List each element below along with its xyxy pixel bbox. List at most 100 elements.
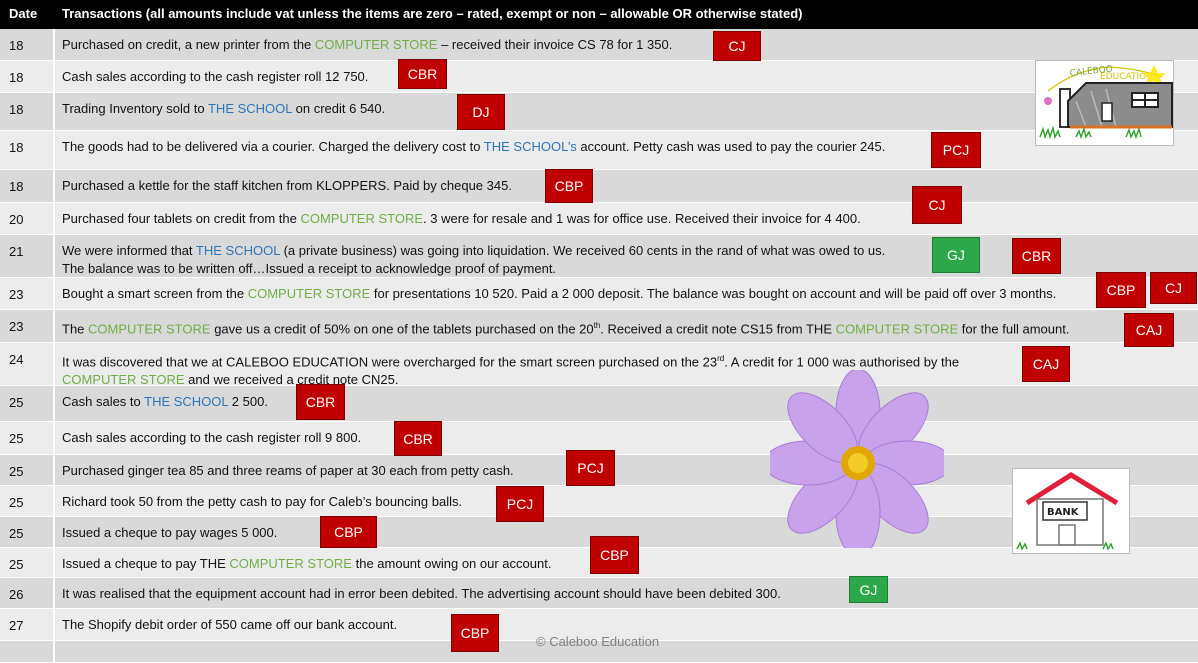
description-line: Bought a smart screen from the COMPUTER … <box>62 285 1138 303</box>
description-line: Cash sales according to the cash registe… <box>62 429 1138 447</box>
description-line: Cash sales to THE SCHOOL 2 500. <box>62 393 1138 411</box>
table-row: 24 It was discovered that we at CALEBOO E… <box>0 343 1198 389</box>
description-text: Cash sales according to the cash registe… <box>62 69 369 84</box>
row-date: 18 <box>9 70 24 85</box>
table-row: 23 The COMPUTER STORE gave us a credit of… <box>0 310 1198 343</box>
journal-badge-caj: CAJ <box>1124 313 1174 347</box>
journal-badge-cbr: CBR <box>394 421 442 456</box>
journal-badge-gj: GJ <box>849 576 888 603</box>
description-text: Bought a smart screen from the <box>62 286 248 301</box>
caleboo-logo: CALEBOO EDUCATIO <box>1035 60 1174 146</box>
description-text: It was realised that the equipment accou… <box>62 586 781 601</box>
date-cell: 25 <box>0 455 55 485</box>
description-text: for presentations 10 520. Paid a 2 000 d… <box>370 286 1057 301</box>
transaction-description: The COMPUTER STORE gave us a credit of 5… <box>62 317 1138 338</box>
copyright-text: © Caleboo Education <box>536 634 660 649</box>
row-date: 23 <box>9 319 24 334</box>
date-cell: 25 <box>0 386 55 421</box>
description-line: Purchased four tablets on credit from th… <box>62 210 1138 228</box>
date-cell: 18 <box>0 93 55 130</box>
table-row: 18 Purchased on credit, a new printer fro… <box>0 29 1198 61</box>
transaction-description: Cash sales to THE SCHOOL 2 500. <box>62 393 1138 411</box>
description-line: Trading Inventory sold to THE SCHOOL on … <box>62 100 1138 118</box>
transaction-description: Purchased a kettle for the staff kitchen… <box>62 177 1138 195</box>
journal-badge-pcj: PCJ <box>566 450 615 486</box>
date-cell: 18 <box>0 61 55 92</box>
cosmos-flower-drawing <box>763 368 953 558</box>
date-cell: 25 <box>0 548 55 577</box>
row-date: 18 <box>9 140 24 155</box>
journal-badge-cbp: CBP <box>1096 272 1146 308</box>
table-row: 18 Purchased a kettle for the staff kitch… <box>0 170 1198 203</box>
date-cell: 24 <box>0 343 55 385</box>
row-date: 23 <box>9 287 24 302</box>
description-line: Cash sales according to the cash registe… <box>62 68 1138 86</box>
journal-badge-cbp: CBP <box>590 536 639 574</box>
description-text: Purchased four tablets on credit from th… <box>62 211 301 226</box>
computer-store-name: COMPUTER STORE <box>88 321 211 337</box>
transaction-description: Bought a smart screen from the COMPUTER … <box>62 285 1138 303</box>
table-row: 25 Cash sales to THE SCHOOL 2 500. <box>0 386 1198 422</box>
row-date: 25 <box>9 495 24 510</box>
description-text: The goods had to be delivered via a cour… <box>62 139 484 154</box>
computer-store-name: COMPUTER STORE <box>300 211 424 226</box>
computer-store-name: COMPUTER STORE <box>314 37 438 52</box>
row-date: 25 <box>9 395 24 410</box>
date-cell: 23 <box>0 310 55 342</box>
row-date: 25 <box>9 464 24 479</box>
row-date: 18 <box>9 38 24 53</box>
description-text: Purchased a kettle for the staff kitchen… <box>62 178 512 193</box>
row-date: 25 <box>9 526 24 541</box>
row-date: 20 <box>9 212 24 227</box>
journal-badge-cbr: CBR <box>398 59 447 89</box>
description-text: . 3 were for resale and 1 was for office… <box>423 211 861 226</box>
row-date: 25 <box>9 431 24 446</box>
description-line: The COMPUTER STORE gave us a credit of 5… <box>62 317 1138 338</box>
bank-building-drawing: BANK <box>1016 472 1119 551</box>
transaction-description: Trading Inventory sold to THE SCHOOL on … <box>62 100 1138 118</box>
transaction-description: The Shopify debit order of 550 came off … <box>62 616 1138 634</box>
journal-badge-dj: DJ <box>457 94 505 130</box>
row-date: 21 <box>9 244 24 259</box>
the-school-name: THE SCHOOL <box>195 243 280 258</box>
the-school-name: THE SCHOOL’s <box>483 139 577 154</box>
description-text: . A credit for 1 000 was authorised by t… <box>724 354 960 370</box>
table-row: 23 Bought a smart screen from the COMPUTE… <box>0 278 1198 310</box>
description-line: The Shopify debit order of 550 came off … <box>62 616 1138 634</box>
date-cell <box>0 641 55 662</box>
date-cell: 18 <box>0 170 55 202</box>
date-cell: 18 <box>0 131 55 169</box>
row-date: 25 <box>9 557 24 572</box>
transaction-description: Purchased on credit, a new printer from … <box>62 36 1138 54</box>
transaction-description: It was realised that the equipment accou… <box>62 585 1138 603</box>
bank-drawing: BANK <box>1012 468 1130 554</box>
description-text: . Received a credit note CS15 from THE <box>600 321 836 337</box>
description-text: (a private business) was going into liqu… <box>279 243 886 258</box>
description-line: Richard took 50 from the petty cash to p… <box>62 493 1138 511</box>
journal-badge-pcj: PCJ <box>496 486 544 522</box>
description-text: The Shopify debit order of 550 came off … <box>62 617 398 632</box>
table-header: Date Transactions (all amounts include v… <box>0 0 1198 29</box>
table-row: 18 The goods had to be delivered via a co… <box>0 131 1198 170</box>
description-text: – received their invoice CS 78 for 1 350… <box>437 37 673 52</box>
description-line: Purchased a kettle for the staff kitchen… <box>62 177 1138 195</box>
description-text: Issued a cheque to pay wages 5 000. <box>62 525 278 540</box>
description-text: It was discovered that we at CALEBOO EDU… <box>62 354 718 370</box>
table-row: 20 Purchased four tablets on credit from … <box>0 203 1198 235</box>
journal-badge-cj: CJ <box>912 186 962 224</box>
description-text: account. Petty cash was used to pay the … <box>576 139 886 154</box>
bank-sign-text: BANK <box>1047 507 1080 518</box>
journal-badge-caj: CAJ <box>1022 346 1070 382</box>
transaction-description: It was discovered that we at CALEBOO EDU… <box>62 350 1138 389</box>
journal-badge-cbp: CBP <box>451 614 499 652</box>
description-text: Purchased ginger tea 85 and three reams … <box>62 463 514 478</box>
transaction-description: Cash sales according to the cash registe… <box>62 68 1138 86</box>
transaction-description: Richard took 50 from the petty cash to p… <box>62 493 1138 511</box>
row-date: 26 <box>9 587 24 602</box>
description-line: It was realised that the equipment accou… <box>62 585 1138 603</box>
journal-badge-cbr: CBR <box>296 384 345 420</box>
school-building-drawing: CALEBOO EDUCATIO <box>1039 65 1173 140</box>
date-cell: 20 <box>0 203 55 234</box>
description-text: Issued a cheque to pay THE <box>62 556 230 571</box>
date-column-header: Date <box>9 6 38 21</box>
